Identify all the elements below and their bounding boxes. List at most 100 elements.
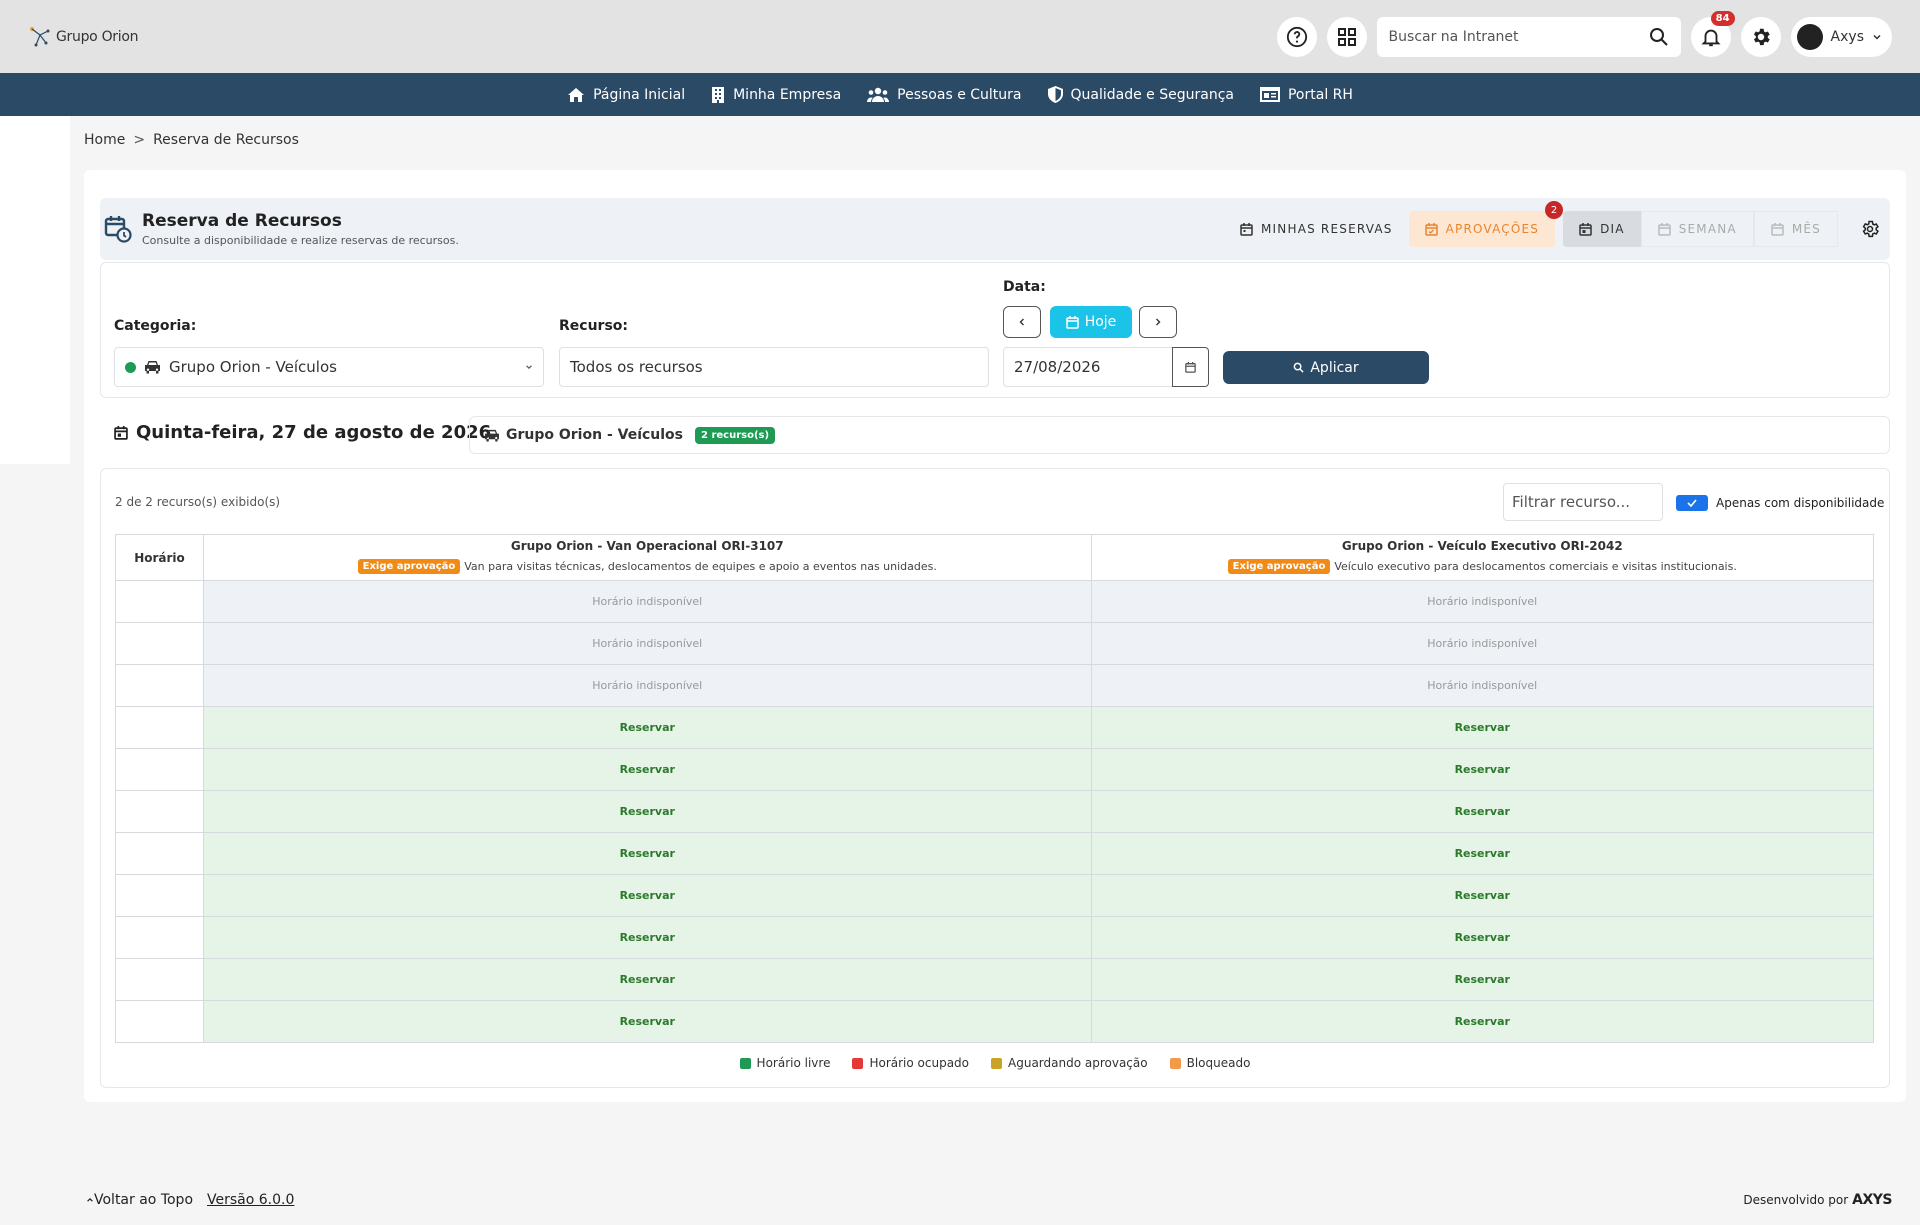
- calendar-day-icon: [1579, 222, 1592, 236]
- filter-resource-input[interactable]: [1503, 483, 1663, 521]
- table-row: Reservar Reservar: [115, 706, 1875, 749]
- slot-reserve-button[interactable]: Reservar: [203, 832, 1092, 875]
- breadcrumb-home[interactable]: Home: [84, 132, 125, 148]
- slot-unavailable: Horário indisponível: [1090, 622, 1875, 665]
- legend-swatch: [852, 1057, 864, 1069]
- slot-reserve-button[interactable]: Reservar: [203, 874, 1092, 917]
- next-day-button[interactable]: [1139, 306, 1177, 338]
- developer-credit-text: Desenvolvido por: [1743, 1193, 1849, 1207]
- settings-button[interactable]: [1740, 16, 1781, 57]
- slot-unavailable: Horário indisponível: [1090, 580, 1875, 623]
- slot-reserve-button[interactable]: Reservar: [203, 1000, 1092, 1043]
- slot-reserve-button[interactable]: Reservar: [203, 706, 1092, 749]
- apply-button[interactable]: Aplicar: [1223, 351, 1429, 384]
- notifications-button[interactable]: 84: [1690, 10, 1735, 57]
- shield-icon: [1047, 86, 1063, 103]
- my-reservations-label: MINHAS RESERVAS: [1261, 222, 1393, 236]
- legend-swatch: [991, 1057, 1003, 1069]
- view-day-label: DIA: [1600, 222, 1625, 236]
- logo[interactable]: Grupo Orion: [28, 25, 138, 49]
- building-icon: [712, 86, 725, 103]
- selected-date-heading: Quinta-feira, 27 de agosto de 2026: [114, 422, 491, 443]
- calendar-icon: [1065, 315, 1079, 329]
- logo-text: Grupo Orion: [56, 28, 139, 45]
- resource-name: Grupo Orion - Veículo Executivo ORI-2042: [1341, 539, 1623, 553]
- nav-item-quality[interactable]: Qualidade e Segurança: [1047, 86, 1234, 103]
- table-row: Reservar Reservar: [115, 748, 1875, 791]
- resource-select[interactable]: Todos os recursos: [559, 347, 989, 387]
- chevron-left-icon: [1019, 318, 1024, 326]
- breadcrumb-separator: >: [133, 132, 146, 148]
- slot-reserve-button[interactable]: Reservar: [203, 790, 1092, 833]
- search-input[interactable]: [1388, 28, 1641, 45]
- legend-item: Bloqueado: [1169, 1056, 1251, 1070]
- resource-settings-button[interactable]: [1860, 219, 1880, 239]
- hour-cell: [115, 706, 204, 749]
- legend-swatch: [1169, 1057, 1181, 1069]
- calendar-month-icon: [1771, 222, 1784, 236]
- back-to-top-link[interactable]: Voltar ao Topo: [94, 1192, 193, 1208]
- slot-reserve-button[interactable]: Reservar: [1090, 874, 1875, 917]
- view-month-button[interactable]: MÊS: [1753, 211, 1838, 247]
- only-available-toggle[interactable]: Apenas com disponibilidade: [1676, 495, 1884, 511]
- approvals-label: APROVAÇÕES: [1445, 222, 1540, 236]
- prev-day-button[interactable]: [1003, 306, 1041, 338]
- my-reservations-button[interactable]: MINHAS RESERVAS: [1224, 211, 1409, 247]
- category-summary-text: Grupo Orion - Veículos: [506, 427, 684, 443]
- slot-reserve-button[interactable]: Reservar: [1090, 958, 1875, 1001]
- nav-item-hr[interactable]: Portal RH: [1259, 86, 1353, 103]
- help-button[interactable]: [1276, 16, 1317, 57]
- legend: Horário livre Horário ocupado Aguardando…: [101, 1056, 1889, 1070]
- slot-reserve-button[interactable]: Reservar: [203, 916, 1092, 959]
- date-picker-button[interactable]: [1172, 347, 1209, 387]
- view-week-button[interactable]: SEMANA: [1640, 211, 1754, 247]
- table-row: Reservar Reservar: [115, 790, 1875, 833]
- category-select[interactable]: Grupo Orion - Veículos: [114, 347, 544, 387]
- slot-reserve-button[interactable]: Reservar: [1090, 748, 1875, 791]
- slot-unavailable: Horário indisponível: [1090, 664, 1875, 707]
- slot-reserve-button[interactable]: Reservar: [203, 958, 1092, 1001]
- nav-item-home[interactable]: Página Inicial: [567, 87, 685, 103]
- nav-item-label: Página Inicial: [593, 86, 686, 103]
- resource-name: Grupo Orion - Van Operacional ORI-3107: [510, 539, 784, 553]
- table-row: Reservar Reservar: [115, 832, 1875, 875]
- only-available-label: Apenas com disponibilidade: [1716, 496, 1885, 510]
- approvals-button[interactable]: APROVAÇÕES 2: [1408, 201, 1564, 247]
- checkbox[interactable]: [1676, 495, 1708, 511]
- slot-unavailable: Horário indisponível: [203, 622, 1092, 665]
- resource-description: Van para visitas técnicas, deslocamentos…: [464, 560, 937, 573]
- user-menu[interactable]: Axys: [1790, 16, 1892, 57]
- slot-reserve-button[interactable]: Reservar: [1090, 790, 1875, 833]
- date-input[interactable]: 27/08/2026: [1003, 347, 1173, 387]
- hour-cell: [115, 958, 204, 1001]
- breadcrumb: Home > Reserva de Recursos: [84, 132, 299, 148]
- slot-reserve-button[interactable]: Reservar: [1090, 1000, 1875, 1043]
- slot-reserve-button[interactable]: Reservar: [203, 748, 1092, 791]
- nav-item-people[interactable]: Pessoas e Cultura: [867, 87, 1022, 103]
- slot-reserve-button[interactable]: Reservar: [1090, 832, 1875, 875]
- version-link[interactable]: Versão 6.0.0: [207, 1192, 294, 1208]
- calendar-icon: [114, 425, 128, 440]
- calendar-clock-icon: [104, 216, 132, 243]
- page-subtitle: Consulte a disponibilidade e realize res…: [142, 234, 459, 247]
- grid-icon: [1337, 27, 1356, 46]
- logo-icon: [30, 26, 50, 46]
- legend-label: Horário ocupado: [869, 1056, 970, 1070]
- search-icon[interactable]: [1649, 27, 1669, 47]
- slot-reserve-button[interactable]: Reservar: [1090, 706, 1875, 749]
- table-row: Reservar Reservar: [115, 916, 1875, 959]
- status-dot: [125, 361, 136, 373]
- legend-label: Bloqueado: [1186, 1056, 1251, 1070]
- developer-credit: Desenvolvido por AXYS: [1743, 1192, 1892, 1208]
- category-summary: Grupo Orion - Veículos 2 recurso(s): [469, 416, 1890, 454]
- hour-cell: [115, 874, 204, 917]
- slot-reserve-button[interactable]: Reservar: [1090, 916, 1875, 959]
- car-icon: [485, 429, 499, 442]
- today-button[interactable]: Hoje: [1050, 306, 1132, 338]
- apps-button[interactable]: [1326, 16, 1367, 57]
- nav-item-label: Portal RH: [1287, 86, 1353, 103]
- main-nav: Página Inicial Minha Empresa Pessoas e C…: [0, 73, 1920, 116]
- nav-item-company[interactable]: Minha Empresa: [711, 86, 841, 103]
- view-day-button[interactable]: DIA: [1563, 211, 1641, 247]
- slot-unavailable: Horário indisponível: [203, 580, 1092, 623]
